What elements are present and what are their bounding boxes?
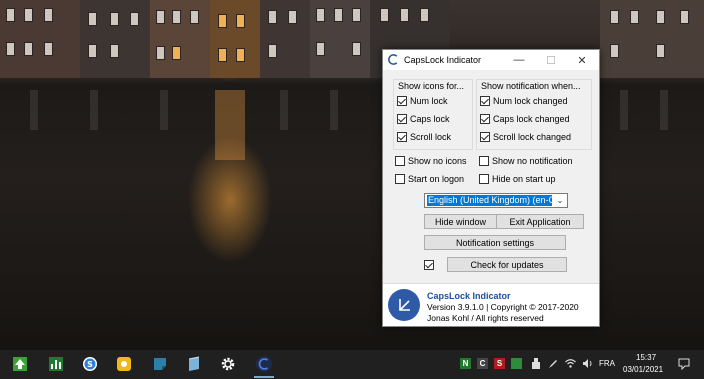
caps-lock-tray-icon[interactable]: C	[477, 358, 488, 369]
green-tray-icon[interactable]	[511, 358, 522, 369]
capslock-indicator-app-icon[interactable]	[254, 354, 274, 378]
checkbox-box[interactable]	[397, 132, 407, 142]
checkbox-box[interactable]	[479, 174, 489, 184]
pen-icon[interactable]	[547, 358, 558, 369]
notification-settings-button[interactable]: Notification settings	[424, 235, 566, 250]
usb-icon[interactable]	[530, 358, 541, 369]
group-title: Show icons for...	[398, 81, 465, 91]
volume-icon[interactable]	[582, 358, 593, 369]
checkbox-box[interactable]	[480, 96, 490, 106]
checkbox-box[interactable]	[479, 156, 489, 166]
building	[150, 0, 210, 78]
num-lock-notify-checkbox[interactable]: Num lock changed	[480, 96, 568, 106]
language-select[interactable]: English (United Kingdom) (en-G ⌄	[424, 193, 568, 208]
scroll-lock-notify-checkbox[interactable]: Scroll lock changed	[480, 132, 571, 142]
note-app-icon[interactable]	[150, 354, 170, 374]
s-circle-app-icon[interactable]: S	[80, 354, 100, 374]
capslock-indicator-window: CapsLock Indicator — ☐ ✕ Show icons for.…	[382, 49, 600, 327]
exit-application-button[interactable]: Exit Application	[496, 214, 584, 229]
maximize-button[interactable]: ☐	[540, 50, 562, 70]
checkbox-label: Scroll lock changed	[493, 132, 572, 142]
checkbox-label: Scroll lock	[410, 132, 452, 142]
scroll-lock-tray-icon[interactable]: S	[494, 358, 505, 369]
checkbox-label: Caps lock changed	[493, 114, 570, 124]
start-on-logon-checkbox[interactable]: Start on logon	[395, 174, 464, 184]
show-icons-group: Show icons for... Num lock Caps lock Scr…	[393, 79, 473, 150]
app-name: CapsLock Indicator	[427, 291, 511, 301]
notification-center-icon[interactable]	[678, 358, 690, 370]
checkbox-box[interactable]	[480, 114, 490, 124]
capslock-indicator-logo-icon	[388, 289, 420, 321]
check-updates-checkbox[interactable]	[424, 260, 437, 270]
building	[260, 0, 310, 78]
show-no-notification-checkbox[interactable]: Show no notification	[479, 156, 573, 166]
app-version: Version 3.9.1.0 | Copyright © 2017-2020	[427, 302, 579, 312]
close-button[interactable]: ✕	[571, 50, 593, 70]
checkbox-box[interactable]	[397, 114, 407, 124]
title-bar: CapsLock Indicator — ☐ ✕	[383, 50, 599, 70]
caps-lock-icon-checkbox[interactable]: Caps lock	[397, 114, 450, 124]
chart-app-icon[interactable]	[46, 354, 66, 374]
wifi-icon[interactable]	[565, 358, 576, 369]
hide-window-button[interactable]: Hide window	[424, 214, 497, 229]
checkbox-box[interactable]	[395, 156, 405, 166]
checkbox-box[interactable]	[397, 96, 407, 106]
notebook-app-icon[interactable]	[184, 354, 204, 374]
language-select-value: English (United Kingdom) (en-G	[427, 195, 552, 206]
checkbox-label: Num lock	[410, 96, 448, 106]
scroll-lock-icon-checkbox[interactable]: Scroll lock	[397, 132, 451, 142]
app-author: Jonas Kohl / All rights reserved	[427, 313, 544, 323]
svg-text:S: S	[87, 360, 93, 369]
building	[80, 0, 150, 78]
checkbox-box[interactable]	[424, 260, 434, 270]
caps-lock-notify-checkbox[interactable]: Caps lock changed	[480, 114, 570, 124]
checkbox-box[interactable]	[395, 174, 405, 184]
checkbox-label: Show no icons	[408, 156, 467, 166]
checkbox-label: Caps lock	[410, 114, 450, 124]
about-footer: CapsLock Indicator Version 3.9.1.0 | Cop…	[383, 283, 599, 326]
building	[210, 0, 260, 78]
checkbox-label: Hide on start up	[492, 174, 556, 184]
num-lock-icon-checkbox[interactable]: Num lock	[397, 96, 448, 106]
building	[0, 0, 80, 78]
checkbox-label: Num lock changed	[493, 96, 568, 106]
show-notification-group: Show notification when... Num lock chang…	[476, 79, 592, 150]
hide-on-start-up-checkbox[interactable]: Hide on start up	[479, 174, 556, 184]
clock-time[interactable]: 15:37	[636, 353, 656, 362]
taskbar: S N C S FRA 15:37 03/01/2021	[0, 350, 704, 379]
yellow-app-icon[interactable]	[114, 354, 134, 374]
clock-date[interactable]: 03/01/2021	[623, 365, 663, 374]
show-no-icons-checkbox[interactable]: Show no icons	[395, 156, 467, 166]
checkbox-label: Start on logon	[408, 174, 465, 184]
language-indicator[interactable]: FRA	[599, 359, 615, 368]
chevron-down-icon[interactable]: ⌄	[555, 195, 565, 206]
group-title: Show notification when...	[481, 81, 581, 91]
app-title-icon	[388, 54, 398, 65]
building	[310, 0, 370, 78]
check-for-updates-button[interactable]: Check for updates	[447, 257, 567, 272]
settings-gear-icon[interactable]	[218, 354, 238, 374]
checkbox-box[interactable]	[480, 132, 490, 142]
num-lock-tray-icon[interactable]: N	[460, 358, 471, 369]
uparrow-app-icon[interactable]	[10, 354, 30, 374]
checkbox-label: Show no notification	[492, 156, 573, 166]
minimize-button[interactable]: —	[508, 50, 530, 70]
window-title: CapsLock Indicator	[404, 55, 482, 65]
building	[600, 0, 704, 78]
